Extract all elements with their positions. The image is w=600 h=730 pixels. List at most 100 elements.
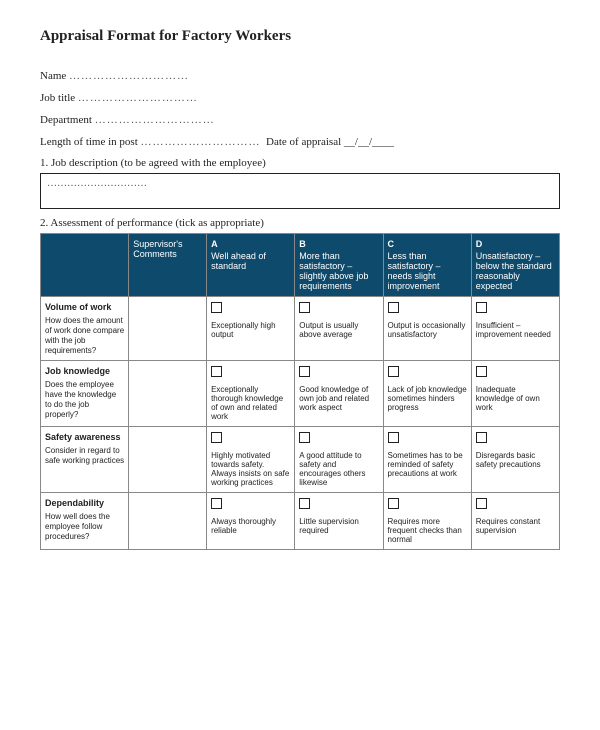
rating-text: Output is occasionally unsatisfactory <box>388 321 467 339</box>
identity-fields: Name ………………………… Job title ………………………… Dep… <box>40 65 560 153</box>
col-blank <box>41 234 129 297</box>
name-dots[interactable]: ………………………… <box>69 70 189 82</box>
rating-text: Good knowledge of own job and related wo… <box>299 385 378 412</box>
supervisor-comment-cell[interactable] <box>129 361 207 427</box>
jobtitle-label: Job title <box>40 92 75 104</box>
rating-checkbox[interactable] <box>388 498 399 509</box>
supervisor-comment-cell[interactable] <box>129 297 207 361</box>
table-row: Volume of work How does the amount of wor… <box>41 297 560 361</box>
rating-text: Output is usually above average <box>299 321 378 339</box>
rating-text: Requires constant supervision <box>476 517 555 535</box>
department-line: Department ………………………… <box>40 109 560 131</box>
row-desc: Does the employee have the knowledge to … <box>45 380 116 419</box>
row-desc: How does the amount of work done compare… <box>45 316 124 355</box>
rating-text: Insufficient – improvement needed <box>476 321 555 339</box>
col-c: C Less than satisfactory – needs slight … <box>383 234 471 297</box>
rating-checkbox[interactable] <box>476 432 487 443</box>
rating-checkbox[interactable] <box>211 366 222 377</box>
date-label[interactable]: Date of appraisal __/__/____ <box>266 136 394 148</box>
department-dots[interactable]: ………………………… <box>95 114 215 126</box>
row-desc: How well does the employee follow proced… <box>45 512 110 541</box>
rating-checkbox[interactable] <box>476 366 487 377</box>
rating-checkbox[interactable] <box>299 302 310 313</box>
rating-cell: Exceptionally high output <box>207 297 295 361</box>
rating-text: A good attitude to safety and encourages… <box>299 451 378 487</box>
col-b-letter: B <box>299 239 378 249</box>
rating-checkbox[interactable] <box>476 302 487 313</box>
rating-text: Sometimes has to be reminded of safety p… <box>388 451 467 478</box>
rating-cell: Output is usually above average <box>295 297 383 361</box>
rating-text: Exceptionally high output <box>211 321 290 339</box>
supervisor-comment-cell[interactable] <box>129 427 207 493</box>
rating-cell: Exceptionally thorough knowledge of own … <box>207 361 295 427</box>
rating-cell: Disregards basic safety precautions <box>471 427 559 493</box>
col-c-text: Less than satisfactory – needs slight im… <box>388 251 441 291</box>
rating-cell: Lack of job knowledge sometimes hinders … <box>383 361 471 427</box>
col-d-letter: D <box>476 239 555 249</box>
col-a: A Well ahead of standard <box>207 234 295 297</box>
length-dots[interactable]: ………………………… <box>141 136 261 148</box>
rating-cell: Little supervision required <box>295 493 383 550</box>
rating-text: Inadequate knowledge of own work <box>476 385 555 412</box>
rating-checkbox[interactable] <box>211 302 222 313</box>
rating-cell: Insufficient – improvement needed <box>471 297 559 361</box>
rating-checkbox[interactable] <box>388 432 399 443</box>
rating-checkbox[interactable] <box>299 432 310 443</box>
name-label: Name <box>40 70 66 82</box>
rating-text: Requires more frequent checks than norma… <box>388 517 467 544</box>
rating-cell: Good knowledge of own job and related wo… <box>295 361 383 427</box>
col-d-text: Unsatisfactory – below the standard reas… <box>476 251 552 291</box>
row-title: Safety awareness <box>45 432 124 442</box>
row-header: Volume of work How does the amount of wor… <box>41 297 129 361</box>
table-row: Dependability How well does the employee … <box>41 493 560 550</box>
department-label: Department <box>40 114 92 126</box>
col-a-text: Well ahead of standard <box>211 251 266 271</box>
rating-cell: Requires more frequent checks than norma… <box>383 493 471 550</box>
table-row: Safety awareness Consider in regard to sa… <box>41 427 560 493</box>
supervisor-comment-cell[interactable] <box>129 493 207 550</box>
jobtitle-line: Job title ………………………… <box>40 87 560 109</box>
rating-checkbox[interactable] <box>299 498 310 509</box>
rating-checkbox[interactable] <box>211 498 222 509</box>
name-line: Name ………………………… <box>40 65 560 87</box>
row-title: Volume of work <box>45 302 124 312</box>
row-header: Job knowledge Does the employee have the … <box>41 361 129 427</box>
col-d: D Unsatisfactory – below the standard re… <box>471 234 559 297</box>
row-title: Dependability <box>45 498 124 508</box>
rating-checkbox[interactable] <box>211 432 222 443</box>
section1-label: 1. Job description (to be agreed with th… <box>40 157 560 169</box>
table-row: Job knowledge Does the employee have the … <box>41 361 560 427</box>
rating-cell: Always thoroughly reliable <box>207 493 295 550</box>
rating-text: Highly motivated towards safety. Always … <box>211 451 290 487</box>
assessment-table: Supervisor's Comments A Well ahead of st… <box>40 233 560 550</box>
col-b: B More than satisfactory – slightly abov… <box>295 234 383 297</box>
col-c-letter: C <box>388 239 467 249</box>
rating-text: Little supervision required <box>299 517 378 535</box>
page-title: Appraisal Format for Factory Workers <box>40 28 560 45</box>
row-header: Dependability How well does the employee … <box>41 493 129 550</box>
rating-checkbox[interactable] <box>476 498 487 509</box>
row-desc: Consider in regard to safe working pract… <box>45 446 124 465</box>
job-description-box[interactable]: ………………………… <box>40 173 560 209</box>
rating-cell: Inadequate knowledge of own work <box>471 361 559 427</box>
rating-cell: Output is occasionally unsatisfactory <box>383 297 471 361</box>
rating-cell: Highly motivated towards safety. Always … <box>207 427 295 493</box>
col-supervisor: Supervisor's Comments <box>129 234 207 297</box>
descbox-dots: ………………………… <box>47 178 147 189</box>
rating-checkbox[interactable] <box>388 302 399 313</box>
length-label: Length of time in post <box>40 136 138 148</box>
rating-text: Always thoroughly reliable <box>211 517 290 535</box>
rating-text: Lack of job knowledge sometimes hinders … <box>388 385 467 412</box>
rating-checkbox[interactable] <box>299 366 310 377</box>
col-supervisor-text: Supervisor's Comments <box>133 239 182 259</box>
rating-text: Exceptionally thorough knowledge of own … <box>211 385 290 421</box>
rating-cell: Sometimes has to be reminded of safety p… <box>383 427 471 493</box>
jobtitle-dots[interactable]: ………………………… <box>78 92 198 104</box>
length-date-line: Length of time in post ………………………… Date o… <box>40 131 560 153</box>
rating-cell: Requires constant supervision <box>471 493 559 550</box>
rating-cell: A good attitude to safety and encourages… <box>295 427 383 493</box>
rating-checkbox[interactable] <box>388 366 399 377</box>
col-a-letter: A <box>211 239 290 249</box>
row-title: Job knowledge <box>45 366 124 376</box>
row-header: Safety awareness Consider in regard to sa… <box>41 427 129 493</box>
